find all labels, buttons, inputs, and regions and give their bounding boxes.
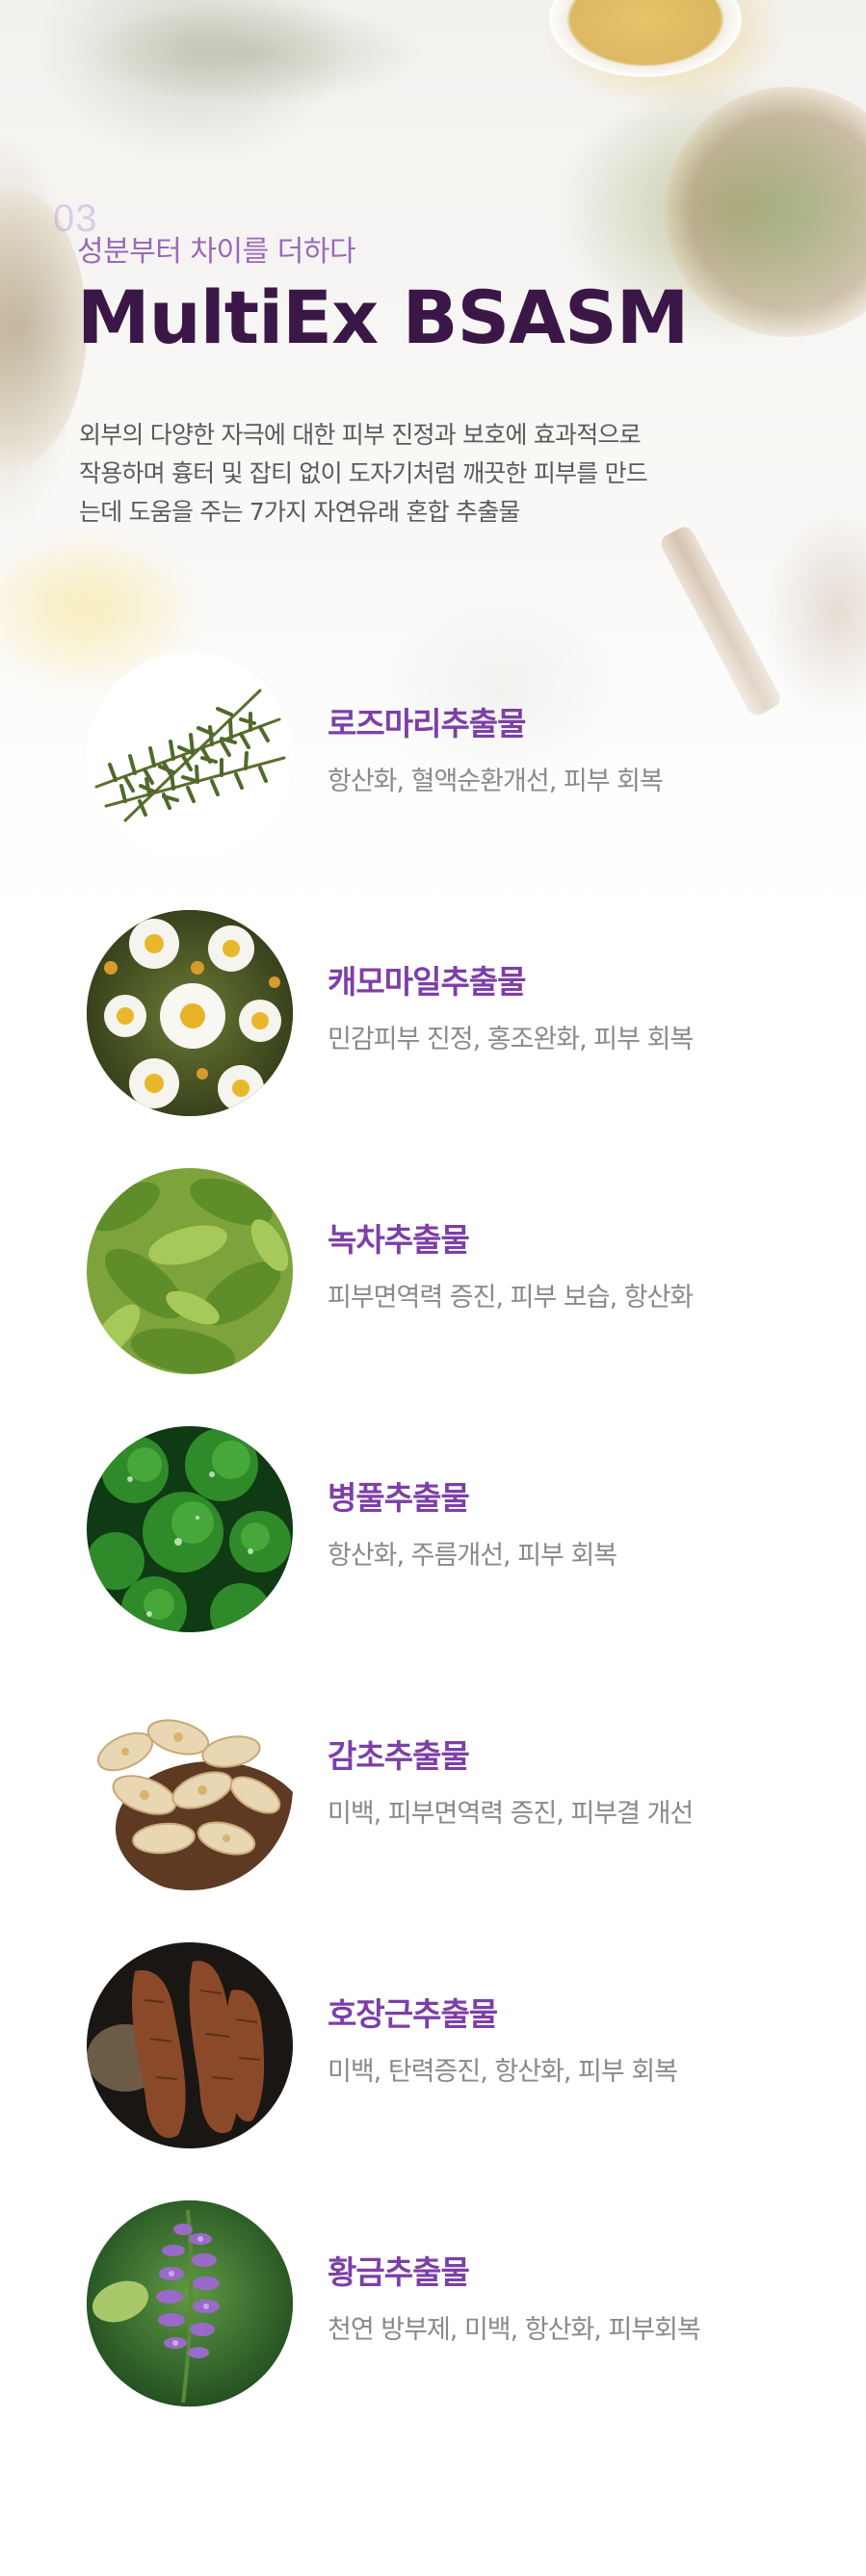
ingredient-name: 캐모마일추출물	[328, 963, 527, 1001]
licorice-icon	[87, 1684, 293, 1890]
knotweed-root-icon	[87, 1942, 293, 2148]
ingredient-item: 녹차추출물 피부면역력 증진, 피부 보습, 항산화	[87, 1168, 780, 1374]
centella-icon	[87, 1426, 293, 1632]
ingredient-item: 캐모마일추출물 민감피부 진정, 홍조완화, 피부 회복	[87, 910, 780, 1116]
skullcap-icon	[87, 2200, 293, 2407]
ingredient-item: 감초추출물 미백, 피부면역력 증진, 피부결 개선	[87, 1684, 780, 1890]
ingredient-name: 녹차추출물	[328, 1221, 470, 1259]
eyebrow-text: 성분부터 차이를 더하다	[77, 235, 356, 269]
ingredient-item: 병풀추출물 항산화, 주름개선, 피부 회복	[87, 1426, 780, 1632]
ingredient-benefits: 피부면역력 증진, 피부 보습, 항산화	[328, 1283, 694, 1313]
description: 외부의 다양한 자극에 대한 피부 진정과 보호에 효과적으로 작용하며 흉터 …	[79, 416, 773, 532]
ingredient-item: 로즈마리추출물 항산화, 혈액순환개선, 피부 회복	[87, 652, 780, 858]
ingredient-name: 병풀추출물	[328, 1479, 470, 1517]
ingredient-benefits: 항산화, 주름개선, 피부 회복	[328, 1541, 617, 1571]
page-title: MultiEx BSASM	[77, 274, 689, 360]
ingredient-name: 황금추출물	[328, 2253, 470, 2291]
ingredient-name: 호장근추출물	[328, 1995, 498, 2033]
ingredient-benefits: 민감피부 진정, 홍조완화, 피부 회복	[328, 1025, 694, 1054]
ingredient-item: 황금추출물 천연 방부제, 미백, 항산화, 피부회복	[87, 2200, 780, 2407]
ingredient-benefits: 천연 방부제, 미백, 항산화, 피부회복	[328, 2315, 701, 2345]
ingredient-benefits: 미백, 피부면역력 증진, 피부결 개선	[328, 1799, 694, 1829]
description-line: 외부의 다양한 자극에 대한 피부 진정과 보호에 효과적으로	[79, 421, 642, 449]
green-tea-icon	[87, 1168, 293, 1374]
rosemary-icon	[87, 652, 293, 858]
chamomile-icon	[87, 910, 293, 1116]
page-content: 03 성분부터 차이를 더하다 MultiEx BSASM 외부의 다양한 자극…	[0, 0, 866, 2576]
description-line: 는데 도움을 주는 7가지 자연유래 혼합 추출물	[79, 498, 520, 526]
ingredient-item: 호장근추출물 미백, 탄력증진, 항산화, 피부 회복	[87, 1942, 780, 2148]
ingredient-benefits: 항산화, 혈액순환개선, 피부 회복	[328, 767, 664, 796]
description-line: 작용하며 흉터 및 잡티 없이 도자기처럼 깨끗한 피부를 만드	[79, 459, 648, 487]
ingredient-name: 감초추출물	[328, 1737, 470, 1775]
ingredient-benefits: 미백, 탄력증진, 항산화, 피부 회복	[328, 2057, 678, 2087]
ingredient-name: 로즈마리추출물	[328, 705, 527, 742]
